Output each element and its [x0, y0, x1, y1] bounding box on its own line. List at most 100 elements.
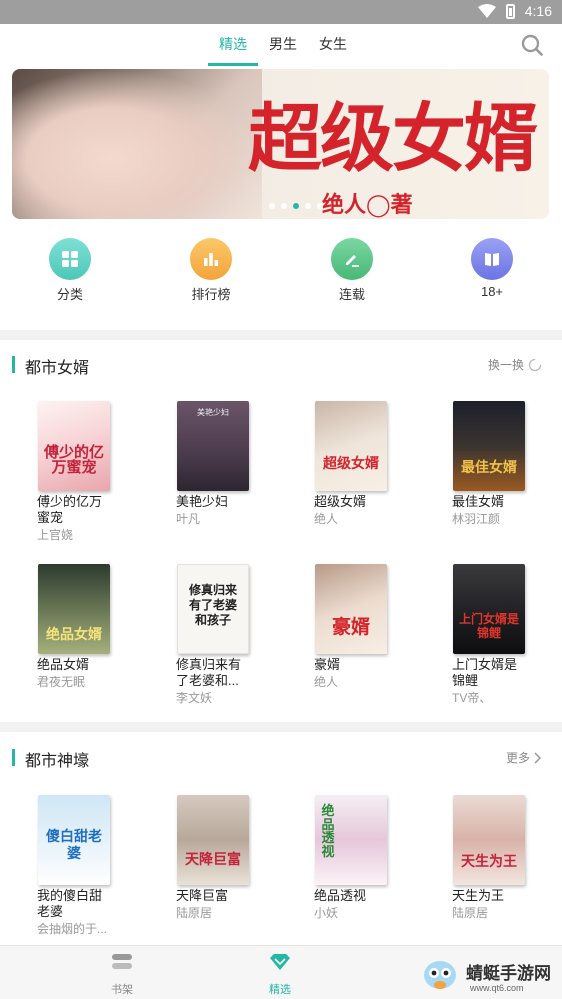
shortcut-label: 排行榜	[191, 287, 231, 302]
shortcut-label: 连载	[338, 287, 365, 302]
nav-label: 精选	[269, 984, 291, 996]
book-cover: 豪婿	[315, 564, 387, 654]
top-bar: 精选 男生 女生	[0, 24, 562, 68]
book-cover: 绝品透视	[315, 795, 387, 885]
nav-featured[interactable]: 精选	[250, 952, 310, 997]
pager-dot-active[interactable]	[293, 203, 299, 209]
status-bar: 4:16	[0, 0, 562, 24]
wifi-icon	[477, 4, 496, 18]
book-title: 绝品女婿	[37, 657, 90, 672]
cover-title: 绝品透视	[321, 804, 335, 860]
book-cover: 傅少的亿万蜜宠	[38, 401, 110, 491]
book-title: 上门女婿是锦鲤	[452, 657, 518, 688]
shortcut-label: 18+	[480, 284, 504, 299]
category-tabs: 精选 男生 女生	[208, 34, 358, 66]
book-title: 傅少的亿万蜜宠	[37, 494, 103, 525]
book-card[interactable]: 修真归来有了老婆和孩子 修真归来有了老婆和... 李文妖	[176, 564, 286, 706]
battery-icon	[505, 3, 515, 19]
status-time: 4:16	[524, 3, 552, 19]
book-card[interactable]: 傻白甜老婆 我的傻白甜老婆 会抽烟的于...	[37, 795, 147, 937]
book-card[interactable]: 超级女婿 超级女婿 绝人	[314, 401, 424, 527]
book-cover: 天生为王	[453, 795, 525, 885]
book-title: 我的傻白甜老婆	[37, 888, 103, 919]
pager-dot[interactable]	[305, 203, 311, 209]
cover-title: 上门女婿是锦鲤	[458, 612, 519, 641]
tab-featured[interactable]: 精选	[208, 34, 258, 66]
book-title: 最佳女婿	[452, 494, 505, 509]
cover-title: 修真归来有了老婆和孩子	[188, 583, 237, 627]
refresh-button[interactable]: 换一换	[488, 356, 542, 373]
book-author: 小妖	[314, 906, 339, 920]
book-card[interactable]: 绝品女婿 绝品女婿 君夜无眠	[37, 564, 147, 690]
section-accent-bar	[12, 749, 15, 766]
search-icon[interactable]	[521, 34, 543, 56]
section-header: 都市女婿 换一换	[0, 350, 562, 380]
book-card[interactable]: 天降巨富 天降巨富 陆原居	[176, 795, 286, 921]
pager-dot[interactable]	[269, 203, 275, 209]
book-card[interactable]: 绝品透视 绝品透视 小妖	[314, 795, 424, 921]
book-author: 陆原居	[176, 906, 213, 920]
refresh-label: 换一换	[487, 358, 524, 372]
book-author: 叶凡	[176, 512, 201, 526]
shortcut-adult[interactable]: 18+	[452, 238, 532, 299]
section-accent-bar	[12, 356, 15, 373]
book-cover: 超级女婿	[315, 401, 387, 491]
book-author: 绝人	[314, 512, 339, 526]
cover-title: 豪婿	[331, 616, 370, 638]
promo-banner[interactable]: 超级女婿 绝人◯著	[12, 69, 549, 219]
cover-title: 超级女婿	[323, 456, 379, 472]
book-card[interactable]: 美艳少妇 美艳少妇 叶凡	[176, 401, 286, 527]
banner-author: 绝人◯著	[322, 192, 413, 218]
book-author: 君夜无眠	[37, 675, 86, 689]
section-divider	[0, 722, 562, 732]
nav-bookshelf[interactable]: 书架	[92, 952, 152, 997]
shortcut-category[interactable]: 分类	[30, 238, 110, 303]
banner-pager	[269, 203, 323, 209]
grid-icon	[49, 238, 91, 280]
book-title: 超级女婿	[314, 494, 367, 509]
book-icon	[471, 238, 513, 280]
cover-title: 傅少的亿万蜜宠	[43, 443, 104, 476]
book-author: 绝人	[314, 675, 339, 689]
book-author: 林羽江颜	[452, 512, 501, 526]
cover-title: 傻白甜老婆	[46, 829, 102, 862]
book-author: 上官娆	[37, 528, 74, 542]
nav-label: 书架	[111, 984, 133, 996]
more-label: 更多	[505, 751, 530, 765]
tab-female[interactable]: 女生	[308, 34, 358, 66]
book-author: 陆原居	[452, 906, 489, 920]
watermark: 蜻蜓手游网 www.qt6.com	[416, 953, 556, 997]
book-author: TV帝、	[452, 691, 492, 705]
section-title: 都市女婿	[25, 360, 90, 377]
book-title: 豪婿	[314, 657, 341, 672]
tab-male[interactable]: 男生	[258, 34, 308, 66]
cover-title: 天生为王	[461, 854, 517, 870]
book-card[interactable]: 豪婿 豪婿 绝人	[314, 564, 424, 690]
book-card[interactable]: 傅少的亿万蜜宠 傅少的亿万蜜宠 上官娆	[37, 401, 147, 543]
book-card[interactable]: 上门女婿是锦鲤 上门女婿是锦鲤 TV帝、	[452, 564, 562, 706]
pen-icon	[331, 238, 373, 280]
refresh-icon	[528, 358, 542, 371]
banner-title: 超级女婿	[248, 96, 538, 182]
cover-title: 美艳少妇	[197, 408, 229, 417]
book-title: 修真归来有了老婆和...	[176, 657, 242, 688]
book-cover: 天降巨富	[177, 795, 249, 885]
banner-image	[12, 69, 262, 219]
book-title: 绝品透视	[314, 888, 367, 903]
book-card[interactable]: 天生为王 天生为王 陆原居	[452, 795, 562, 921]
chevron-right-icon	[534, 751, 542, 764]
book-author: 李文妖	[176, 691, 213, 705]
bookshelf-icon	[112, 954, 132, 969]
shortcut-ranking[interactable]: 排行榜	[171, 238, 251, 303]
cover-title: 天降巨富	[185, 852, 241, 868]
dragonfly-logo-icon	[424, 961, 456, 989]
book-cover: 傻白甜老婆	[38, 795, 110, 885]
book-title: 天降巨富	[176, 888, 229, 903]
cover-title: 绝品女婿	[46, 627, 102, 643]
shortcut-serial[interactable]: 连载	[312, 238, 392, 303]
pager-dot[interactable]	[317, 203, 323, 209]
book-card[interactable]: 最佳女婿 最佳女婿 林羽江颜	[452, 401, 562, 527]
book-author: 会抽烟的于...	[37, 922, 108, 936]
more-button[interactable]: 更多	[506, 749, 542, 766]
pager-dot[interactable]	[281, 203, 287, 209]
